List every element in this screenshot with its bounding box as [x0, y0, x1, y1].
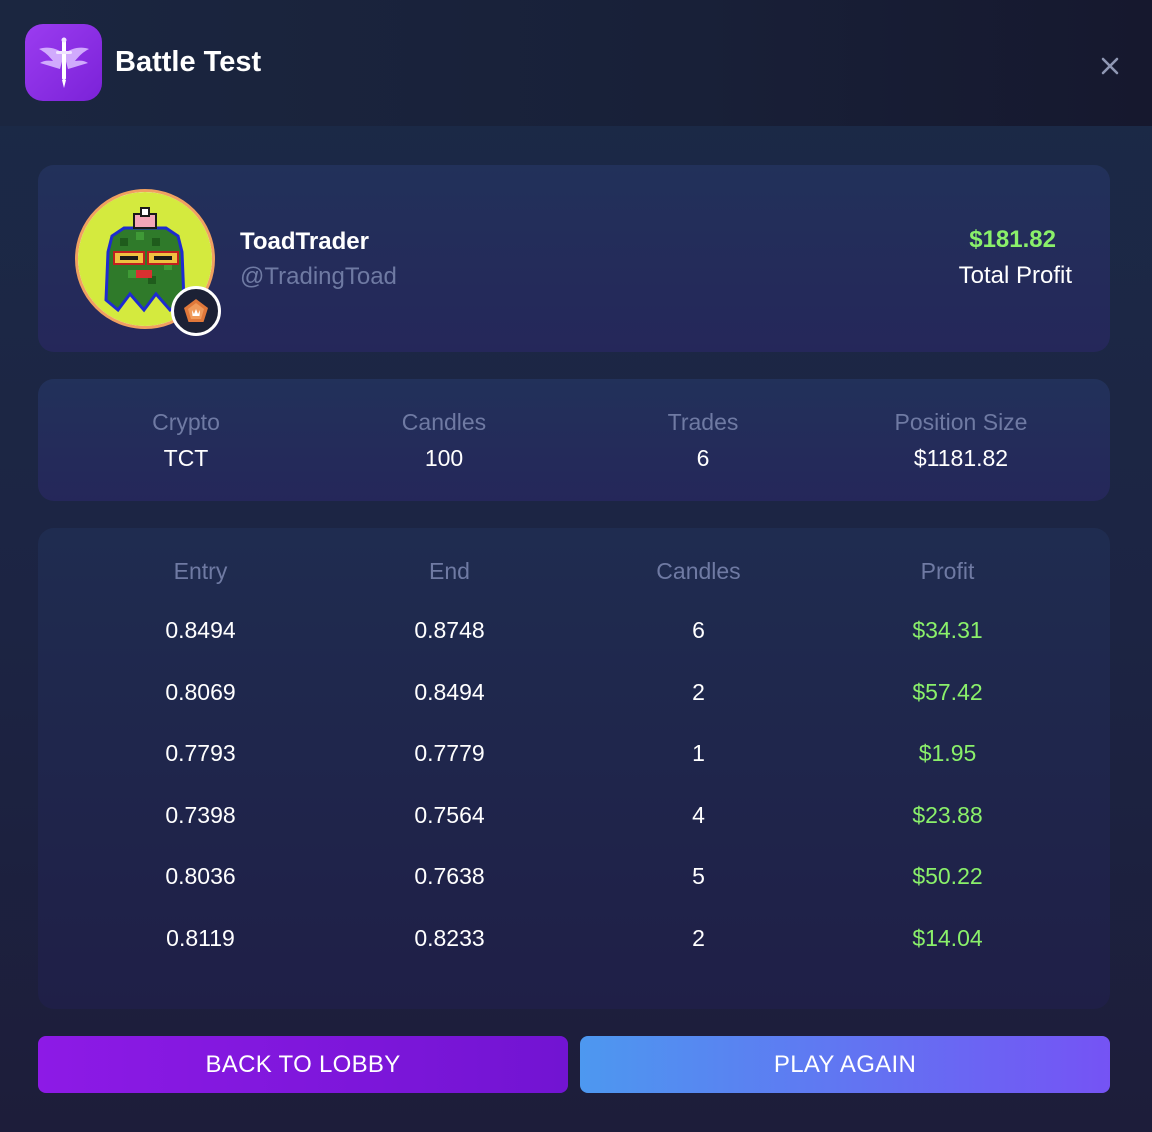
trade-entry: 0.8494	[165, 617, 236, 644]
table-row: 0.8119 0.8233 2 $14.04	[38, 908, 1110, 970]
stat-value: 100	[424, 445, 464, 471]
trade-end: 0.8233	[414, 924, 485, 951]
player-handle: @TradingToad	[240, 263, 397, 290]
trade-candles: 2	[692, 924, 705, 951]
stat-position-size: Position Size $1181.82	[832, 407, 1090, 473]
close-button[interactable]	[1094, 50, 1126, 82]
trade-end: 0.7638	[414, 863, 485, 890]
stat-value: $1181.82	[913, 445, 1009, 471]
table-row: 0.8494 0.8748 6 $34.31	[38, 600, 1110, 662]
play-again-button[interactable]: PLAY AGAIN	[580, 1036, 1110, 1093]
trade-candles: 1	[692, 740, 705, 767]
rank-badge-icon	[171, 286, 221, 336]
trades-table: Entry End Candles Profit 0.8494 0.8748 6…	[38, 552, 1110, 969]
stat-value: 6	[696, 445, 710, 471]
modal-title: Battle Test	[115, 46, 262, 78]
total-profit-value: $181.82	[969, 226, 1056, 253]
table-row: 0.8036 0.7638 5 $50.22	[38, 846, 1110, 908]
trade-entry: 0.8036	[165, 863, 236, 890]
stat-label: Crypto	[152, 409, 220, 435]
trade-entry: 0.8069	[165, 678, 236, 705]
modal-header: Battle Test	[0, 0, 1152, 126]
stat-label: Trades	[667, 409, 739, 435]
column-header-profit: Profit	[920, 557, 975, 584]
table-row: 0.7793 0.7779 1 $1.95	[38, 723, 1110, 785]
stat-trades: Trades 6	[574, 407, 832, 473]
column-header-candles: Candles	[656, 557, 741, 584]
trade-entry: 0.7398	[165, 801, 236, 828]
table-row: 0.7398 0.7564 4 $23.88	[38, 785, 1110, 847]
trade-end: 0.7564	[414, 801, 485, 828]
trade-candles: 5	[692, 863, 705, 890]
winged-sword-icon	[25, 24, 102, 101]
trade-profit: $1.95	[918, 740, 977, 767]
trade-profit: $23.88	[912, 801, 983, 828]
player-username: ToadTrader	[240, 228, 369, 255]
battle-stats-card: Crypto TCT Candles 100 Trades 6 Position…	[38, 379, 1110, 501]
trade-candles: 6	[692, 617, 705, 644]
trade-profit: $14.04	[912, 924, 983, 951]
table-row: 0.8069 0.8494 2 $57.42	[38, 662, 1110, 724]
close-icon	[1101, 57, 1119, 75]
total-profit-label: Total Profit	[958, 262, 1072, 289]
trade-profit: $57.42	[912, 678, 983, 705]
back-to-lobby-button[interactable]: BACK TO LOBBY	[38, 1036, 568, 1093]
player-profile-card: ToadTrader @TradingToad $181.82 Total Pr…	[38, 165, 1110, 352]
trade-entry: 0.8119	[166, 924, 235, 951]
column-header-entry: Entry	[173, 557, 228, 584]
battle-result-modal: Battle Test ToadTrader @TradingToad $181…	[0, 0, 1152, 1132]
trade-profit: $34.31	[912, 617, 983, 644]
stat-label: Candles	[401, 409, 487, 435]
table-header-row: Entry End Candles Profit	[38, 552, 1110, 590]
trade-end: 0.7779	[414, 740, 485, 767]
column-header-end: End	[429, 557, 470, 584]
trade-profit: $50.22	[912, 863, 983, 890]
trade-candles: 2	[692, 678, 705, 705]
trade-candles: 4	[692, 801, 705, 828]
trade-entry: 0.7793	[165, 740, 236, 767]
trade-end: 0.8494	[414, 678, 485, 705]
stat-candles: Candles 100	[315, 407, 573, 473]
trade-end: 0.8748	[414, 617, 485, 644]
stat-crypto: Crypto TCT	[57, 407, 315, 473]
stat-label: Position Size	[894, 409, 1028, 435]
stat-value: TCT	[163, 445, 209, 471]
trades-table-card: Entry End Candles Profit 0.8494 0.8748 6…	[38, 528, 1110, 1009]
